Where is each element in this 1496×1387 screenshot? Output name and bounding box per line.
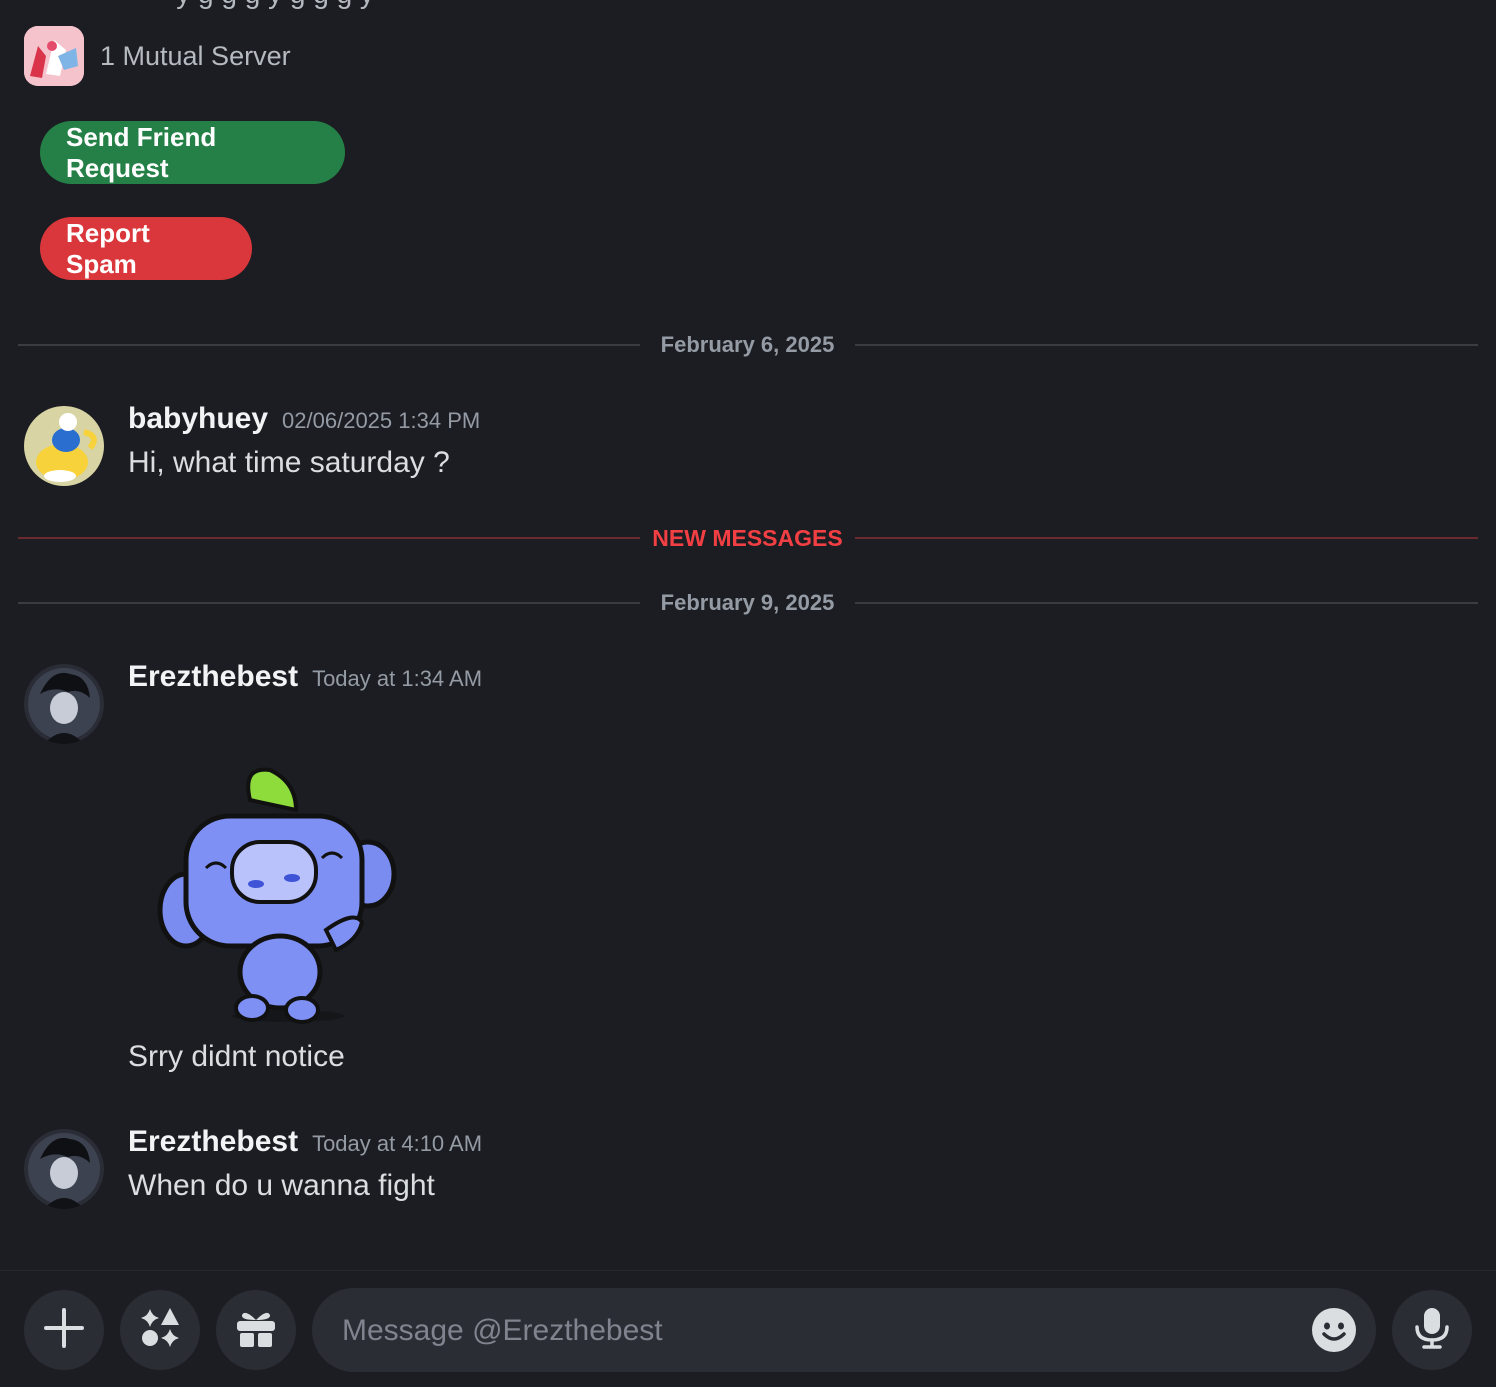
plus-icon (44, 1307, 84, 1353)
mutual-servers-label: 1 Mutual Server (100, 40, 291, 71)
emoji-button[interactable] (1312, 1308, 1356, 1352)
new-messages-label: NEW MESSAGES (652, 525, 843, 551)
voice-message-button[interactable] (1392, 1290, 1472, 1370)
gift-icon (235, 1307, 277, 1354)
message-timestamp: 02/06/2025 1:34 PM (282, 408, 481, 433)
profile-bio: ~ ~ y g g g y g g g y (128, 0, 374, 10)
author-name[interactable]: Erezthebest (128, 1125, 298, 1158)
dm-channel: ~ ~ y g g g y g g g y 1 Mutual Server Se… (0, 0, 1496, 1387)
report-spam-button[interactable]: Report Spam (40, 217, 252, 280)
wumpus-sticker[interactable] (150, 760, 410, 1030)
author-name[interactable]: babyhuey (128, 402, 268, 435)
message-input[interactable] (340, 1288, 1284, 1374)
mutual-servers[interactable]: 1 Mutual Server (24, 26, 291, 86)
message-item[interactable]: babyhuey 02/06/2025 1:34 PM Hi, what time… (24, 402, 1474, 496)
avatar[interactable] (24, 406, 104, 486)
gift-button[interactable] (216, 1290, 296, 1370)
message-timestamp: Today at 4:10 AM (312, 1131, 483, 1156)
apps-button[interactable] (120, 1290, 200, 1370)
avatar[interactable] (24, 1129, 104, 1209)
new-messages-divider: NEW MESSAGES (18, 526, 1478, 550)
message-timestamp: Today at 1:34 AM (312, 666, 483, 691)
message-composer[interactable] (312, 1288, 1376, 1374)
message-text: Hi, what time saturday ? (128, 446, 450, 479)
author-name[interactable]: Erezthebest (128, 660, 298, 693)
send-friend-request-button[interactable]: Send Friend Request (40, 121, 345, 184)
date-divider-label: February 9, 2025 (660, 590, 835, 615)
microphone-icon (1414, 1307, 1450, 1354)
server-icon (24, 26, 84, 86)
date-divider: February 6, 2025 (18, 333, 1478, 357)
apps-icon (139, 1307, 181, 1354)
avatar[interactable] (24, 664, 104, 744)
add-attachment-button[interactable] (24, 1290, 104, 1370)
message-text: When do u wanna fight (128, 1169, 435, 1202)
emoji-icon (1312, 1308, 1356, 1356)
message-item[interactable]: Erezthebest Today at 4:10 AM When do u wa… (24, 1125, 1474, 1219)
date-divider-label: February 6, 2025 (660, 332, 835, 357)
date-divider: February 9, 2025 (18, 591, 1478, 615)
message-text: Srry didnt notice (128, 1040, 345, 1073)
